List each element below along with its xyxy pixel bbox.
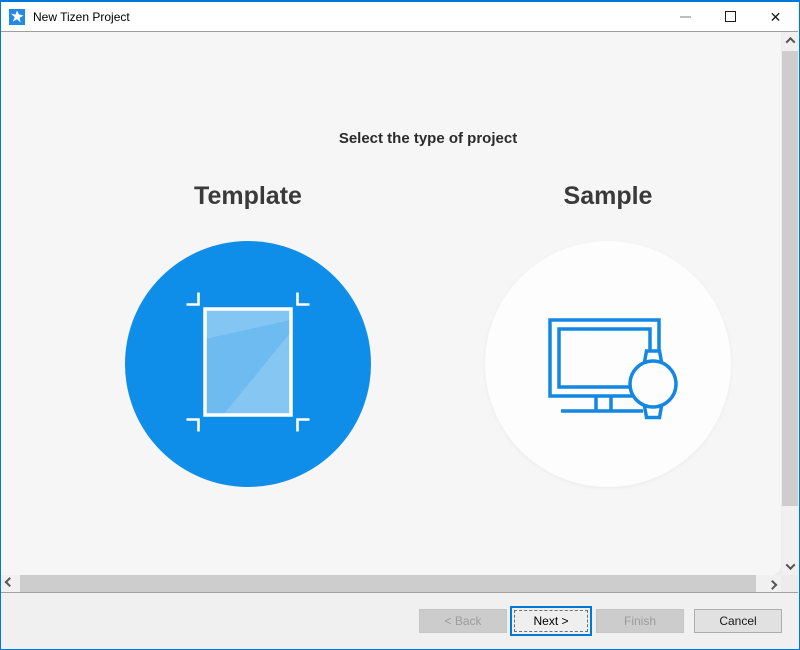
scroll-down-button[interactable]: [782, 558, 799, 575]
scroll-left-button[interactable]: [1, 575, 18, 592]
scroll-right-button[interactable]: [764, 575, 781, 592]
template-option[interactable]: [125, 241, 371, 487]
vertical-scrollbar[interactable]: [782, 32, 798, 575]
scroll-left-icon: [5, 577, 15, 587]
next-button-focus-ring: Next >: [510, 606, 592, 636]
back-button[interactable]: < Back: [419, 609, 507, 633]
finish-button[interactable]: Finish: [596, 609, 684, 633]
scroll-down-icon: [786, 560, 796, 570]
tizen-logo-icon: [9, 9, 25, 25]
template-option-label: Template: [194, 182, 302, 211]
wizard-content-area: Select the type of project Template Samp…: [1, 32, 798, 592]
horizontal-scrollbar-thumb[interactable]: [20, 575, 756, 592]
maximize-button[interactable]: [708, 2, 753, 31]
wizard-buttonbar: < Back Next > Finish Cancel: [1, 593, 798, 649]
new-tizen-project-window: New Tizen Project ✕ Select the type of p…: [0, 0, 800, 650]
template-document-icon: [178, 292, 318, 437]
page-title: Select the type of project: [339, 130, 517, 147]
window-title: New Tizen Project: [33, 10, 130, 24]
titlebar[interactable]: New Tizen Project ✕: [1, 2, 798, 31]
cancel-button[interactable]: Cancel: [694, 609, 782, 633]
scroll-up-button[interactable]: [782, 32, 799, 49]
scroll-up-icon: [786, 37, 796, 47]
minimize-icon: [680, 16, 691, 18]
minimize-button[interactable]: [663, 2, 708, 31]
wizard-page: Select the type of project Template Samp…: [1, 32, 781, 575]
titlebar-controls: ✕: [663, 2, 798, 31]
maximize-icon: [725, 11, 736, 22]
vertical-scrollbar-thumb[interactable]: [782, 51, 798, 506]
sample-option[interactable]: [485, 241, 731, 487]
horizontal-scrollbar[interactable]: [1, 575, 781, 592]
sample-option-label: Sample: [564, 182, 653, 211]
tv-and-watch-icon: [485, 239, 731, 490]
next-button[interactable]: Next >: [514, 610, 588, 632]
scroll-right-icon: [768, 580, 778, 590]
close-button[interactable]: ✕: [753, 2, 798, 31]
close-icon: ✕: [770, 10, 782, 24]
